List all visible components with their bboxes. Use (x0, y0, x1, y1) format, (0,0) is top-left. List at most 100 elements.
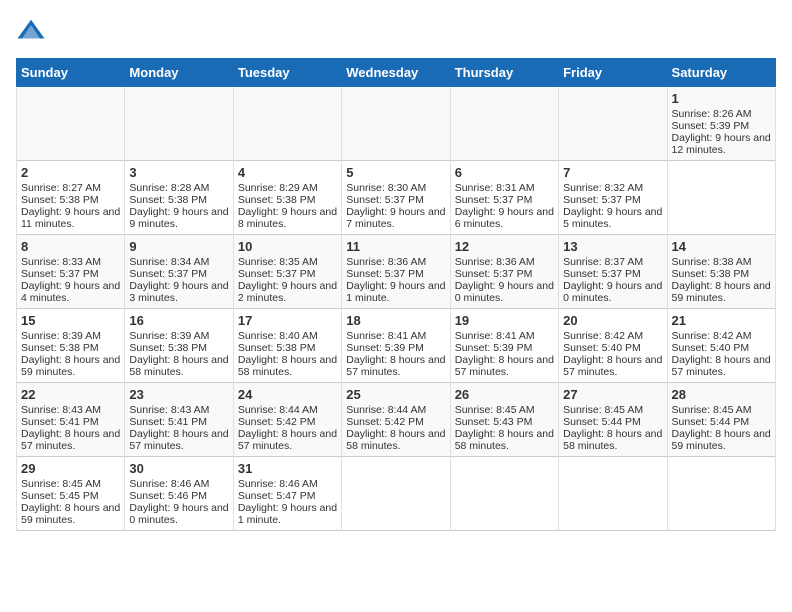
calendar-cell: 12Sunrise: 8:36 AMSunset: 5:37 PMDayligh… (450, 235, 558, 309)
calendar-cell: 19Sunrise: 8:41 AMSunset: 5:39 PMDayligh… (450, 309, 558, 383)
sunrise: Sunrise: 8:28 AM (129, 182, 209, 194)
calendar-cell (17, 87, 125, 161)
day-number: 24 (238, 387, 337, 402)
day-number: 28 (672, 387, 771, 402)
header-cell-tuesday: Tuesday (233, 59, 341, 87)
daylight: Daylight: 8 hours and 58 minutes. (238, 354, 337, 378)
sunrise: Sunrise: 8:42 AM (563, 330, 643, 342)
sunrise: Sunrise: 8:46 AM (238, 478, 318, 490)
sunrise: Sunrise: 8:36 AM (455, 256, 535, 268)
day-number: 13 (563, 239, 662, 254)
header-cell-sunday: Sunday (17, 59, 125, 87)
sunrise: Sunrise: 8:36 AM (346, 256, 426, 268)
calendar-cell: 8Sunrise: 8:33 AMSunset: 5:37 PMDaylight… (17, 235, 125, 309)
calendar-cell (450, 87, 558, 161)
sunrise: Sunrise: 8:40 AM (238, 330, 318, 342)
day-number: 19 (455, 313, 554, 328)
sunrise: Sunrise: 8:29 AM (238, 182, 318, 194)
sunset: Sunset: 5:39 PM (346, 342, 424, 354)
sunset: Sunset: 5:46 PM (129, 490, 207, 502)
header-cell-thursday: Thursday (450, 59, 558, 87)
sunset: Sunset: 5:37 PM (238, 268, 316, 280)
day-number: 25 (346, 387, 445, 402)
sunrise: Sunrise: 8:26 AM (672, 108, 752, 120)
day-number: 14 (672, 239, 771, 254)
week-row-5: 22 Sunrise: 8:43 AMSunset: 5:41 PM Dayligh… (17, 383, 776, 457)
sunrise: Sunrise: 8:34 AM (129, 256, 209, 268)
calendar-cell (233, 87, 341, 161)
daylight: Daylight: 9 hours and 1 minute. (238, 502, 337, 526)
sunset: Sunset: 5:38 PM (672, 268, 750, 280)
calendar-cell: 18Sunrise: 8:41 AMSunset: 5:39 PMDayligh… (342, 309, 450, 383)
sunset: Sunset: 5:39 PM (455, 342, 533, 354)
sunrise: Sunrise: 8:45 AM (21, 478, 101, 490)
sunset: Sunset: 5:42 PM (346, 416, 424, 428)
day-number: 20 (563, 313, 662, 328)
day-number: 21 (672, 313, 771, 328)
calendar-cell (342, 457, 450, 531)
sunrise: Sunrise: 8:41 AM (346, 330, 426, 342)
week-row-4: 15Sunrise: 8:39 AMSunset: 5:38 PMDayligh… (17, 309, 776, 383)
calendar-cell: 5Sunrise: 8:30 AMSunset: 5:37 PMDaylight… (342, 161, 450, 235)
sunset: Sunset: 5:38 PM (238, 342, 316, 354)
daylight: Daylight: 8 hours and 58 minutes. (129, 354, 228, 378)
sunset: Sunset: 5:38 PM (21, 194, 99, 206)
daylight: Daylight: 9 hours and 11 minutes. (21, 206, 120, 230)
logo (16, 16, 50, 46)
calendar-cell: 10Sunrise: 8:35 AMSunset: 5:37 PMDayligh… (233, 235, 341, 309)
daylight: Daylight: 8 hours and 58 minutes. (346, 428, 445, 452)
daylight: Daylight: 8 hours and 57 minutes. (672, 354, 771, 378)
daylight: Daylight: 8 hours and 59 minutes. (21, 354, 120, 378)
sunset: Sunset: 5:38 PM (238, 194, 316, 206)
sunrise: Sunrise: 8:43 AM (21, 404, 101, 416)
week-row-1: 1Sunrise: 8:26 AMSunset: 5:39 PMDaylight… (17, 87, 776, 161)
day-number: 10 (238, 239, 337, 254)
sunrise: Sunrise: 8:42 AM (672, 330, 752, 342)
sunrise: Sunrise: 8:27 AM (21, 182, 101, 194)
sunset: Sunset: 5:40 PM (672, 342, 750, 354)
calendar-cell: 27Sunrise: 8:45 AMSunset: 5:44 PMDayligh… (559, 383, 667, 457)
sunrise: Sunrise: 8:32 AM (563, 182, 643, 194)
daylight: Daylight: 9 hours and 0 minutes. (455, 280, 554, 304)
calendar-cell: 14Sunrise: 8:38 AMSunset: 5:38 PMDayligh… (667, 235, 775, 309)
calendar-cell: 26Sunrise: 8:45 AMSunset: 5:43 PMDayligh… (450, 383, 558, 457)
calendar-cell: 31Sunrise: 8:46 AMSunset: 5:47 PMDayligh… (233, 457, 341, 531)
sunrise: Sunrise: 8:41 AM (455, 330, 535, 342)
day-number: 8 (21, 239, 120, 254)
day-number: 18 (346, 313, 445, 328)
page-header (16, 16, 776, 46)
day-number: 6 (455, 165, 554, 180)
daylight: Daylight: 9 hours and 3 minutes. (129, 280, 228, 304)
day-number: 31 (238, 461, 337, 476)
logo-icon (16, 16, 46, 46)
sunset: Sunset: 5:45 PM (21, 490, 99, 502)
daylight: Daylight: 9 hours and 1 minute. (346, 280, 445, 304)
daylight: Daylight: 9 hours and 4 minutes. (21, 280, 120, 304)
sunset: Sunset: 5:41 PM (21, 416, 99, 428)
sunset: Sunset: 5:43 PM (455, 416, 533, 428)
sunrise: Sunrise: 8:45 AM (455, 404, 535, 416)
calendar-cell: 20Sunrise: 8:42 AMSunset: 5:40 PMDayligh… (559, 309, 667, 383)
sunset: Sunset: 5:38 PM (129, 342, 207, 354)
header-cell-friday: Friday (559, 59, 667, 87)
calendar-cell (450, 457, 558, 531)
sunset: Sunset: 5:37 PM (21, 268, 99, 280)
day-number: 22 (21, 387, 120, 402)
day-number: 30 (129, 461, 228, 476)
sunrise: Sunrise: 8:35 AM (238, 256, 318, 268)
sunrise: Sunrise: 8:30 AM (346, 182, 426, 194)
day-number: 26 (455, 387, 554, 402)
sunrise: Sunrise: 8:38 AM (672, 256, 752, 268)
calendar-cell: 1Sunrise: 8:26 AMSunset: 5:39 PMDaylight… (667, 87, 775, 161)
daylight: Daylight: 9 hours and 0 minutes. (563, 280, 662, 304)
sunrise: Sunrise: 8:44 AM (346, 404, 426, 416)
sunrise: Sunrise: 8:39 AM (129, 330, 209, 342)
day-number: 3 (129, 165, 228, 180)
day-number: 29 (21, 461, 120, 476)
sunrise: Sunrise: 8:45 AM (563, 404, 643, 416)
calendar-cell (125, 87, 233, 161)
header-cell-monday: Monday (125, 59, 233, 87)
week-row-3: 8Sunrise: 8:33 AMSunset: 5:37 PMDaylight… (17, 235, 776, 309)
daylight: Daylight: 8 hours and 57 minutes. (563, 354, 662, 378)
daylight: Daylight: 9 hours and 9 minutes. (129, 206, 228, 230)
